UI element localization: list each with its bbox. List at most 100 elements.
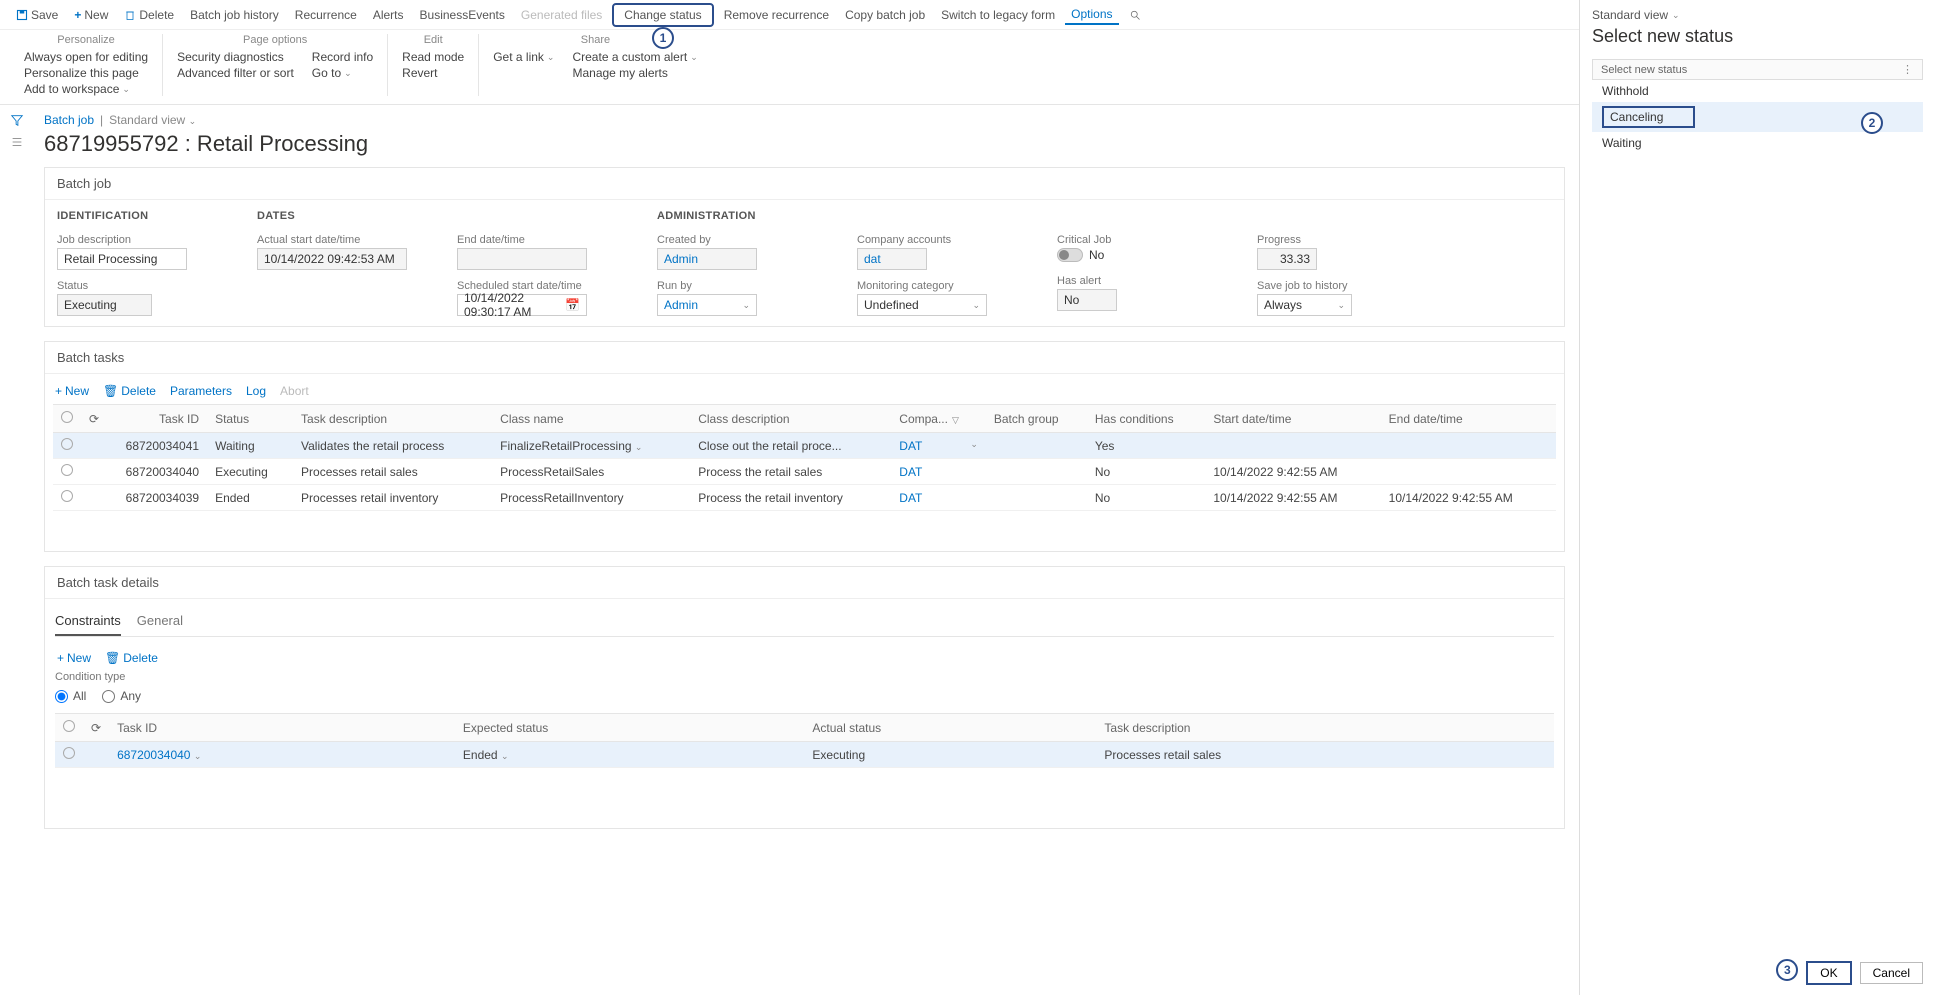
c-task-id[interactable]: 68720034040	[117, 748, 190, 762]
change-status-button[interactable]: Change status	[612, 3, 713, 27]
add-workspace[interactable]: Add to workspace⌄	[24, 82, 148, 96]
copy-batch-button[interactable]: Copy batch job	[839, 6, 931, 24]
has-cond-header[interactable]: Has conditions	[1087, 405, 1206, 433]
class-name-cell: ProcessRetailSales	[492, 459, 690, 485]
c-task-id-header[interactable]: Task ID	[109, 714, 455, 742]
company-header[interactable]: Compa...▽	[891, 405, 986, 433]
run-by-field[interactable]: Admin⌄	[657, 294, 757, 316]
monitoring-field[interactable]: Undefined⌄	[857, 294, 987, 316]
critical-label: Critical Job	[1057, 234, 1207, 246]
cancel-button[interactable]: Cancel	[1860, 962, 1923, 984]
more-icon[interactable]: ⋮	[1902, 63, 1914, 76]
select-all-header[interactable]	[53, 405, 81, 433]
breadcrumb-link[interactable]: Batch job	[44, 113, 94, 127]
radio-any[interactable]: Any	[102, 689, 141, 703]
go-to[interactable]: Go to⌄	[312, 66, 373, 80]
chevron-down-icon: ⌄	[1672, 10, 1680, 21]
save-button[interactable]: Save	[10, 6, 64, 24]
read-mode[interactable]: Read mode	[402, 50, 464, 64]
table-row[interactable]: 68720034039 Ended Processes retail inven…	[53, 485, 1556, 511]
options-button[interactable]: Options	[1065, 5, 1118, 25]
ok-button[interactable]: OK	[1806, 961, 1851, 985]
calendar-icon[interactable]: 📅	[565, 298, 580, 312]
company-cell[interactable]: DAT ⌄	[891, 433, 986, 459]
start-cell	[1205, 433, 1380, 459]
status-list-header: Select new status ⋮	[1592, 59, 1923, 80]
refresh-header[interactable]: ⟳	[83, 714, 109, 742]
sched-date-field[interactable]: 10/14/2022 09:30:17 AM📅	[457, 294, 587, 316]
tasks-log-button[interactable]: Log	[246, 384, 266, 398]
side-view[interactable]: Standard view⌄	[1592, 8, 1923, 22]
security-diagnostics[interactable]: Security diagnostics	[177, 50, 294, 64]
row-selector[interactable]	[61, 490, 73, 502]
recurrence-button[interactable]: Recurrence	[289, 6, 363, 24]
c-expected-header[interactable]: Expected status	[455, 714, 805, 742]
view-selector[interactable]: Standard view ⌄	[109, 113, 196, 127]
advanced-filter[interactable]: Advanced filter or sort	[177, 66, 294, 80]
details-delete-button[interactable]: 🗑Delete	[105, 651, 158, 665]
c-actual-header[interactable]: Actual status	[804, 714, 1096, 742]
c-desc-header[interactable]: Task description	[1096, 714, 1554, 742]
save-hist-field[interactable]: Always⌄	[1257, 294, 1352, 316]
row-selector[interactable]	[61, 464, 73, 476]
tasks-delete-button[interactable]: 🗑Delete	[103, 384, 156, 398]
select-all-header[interactable]	[55, 714, 83, 742]
chevron-down-icon: ⌄	[501, 751, 509, 761]
table-row[interactable]: 68720034041 Waiting Validates the retail…	[53, 433, 1556, 459]
remove-recurrence-button[interactable]: Remove recurrence	[718, 6, 835, 24]
end-header[interactable]: End date/time	[1381, 405, 1556, 433]
refresh-header[interactable]: ⟳	[81, 405, 107, 433]
alert-label: Has alert	[1057, 275, 1207, 287]
batch-job-header[interactable]: Batch job	[45, 168, 1564, 200]
class-name-header[interactable]: Class name	[492, 405, 690, 433]
delete-button[interactable]: Delete	[118, 6, 180, 24]
personalize-page[interactable]: Personalize this page	[24, 66, 148, 80]
company-cell[interactable]: DAT	[891, 459, 986, 485]
status-canceling[interactable]: Canceling 2	[1592, 102, 1923, 132]
annotation-badge-2: 2	[1861, 112, 1883, 134]
chevron-down-icon: ⌄	[970, 439, 978, 450]
status-header[interactable]: Status	[207, 405, 293, 433]
new-button[interactable]: + New	[68, 6, 114, 24]
critical-toggle[interactable]: No	[1057, 248, 1104, 262]
revert[interactable]: Revert	[402, 66, 464, 80]
status-cell: Waiting	[207, 433, 293, 459]
start-header[interactable]: Start date/time	[1205, 405, 1380, 433]
task-details-header[interactable]: Batch task details	[45, 567, 1564, 599]
dates-title: DATES	[257, 210, 407, 222]
record-info[interactable]: Record info	[312, 50, 373, 64]
batch-group-header[interactable]: Batch group	[986, 405, 1087, 433]
filter-icon[interactable]	[10, 113, 24, 127]
details-new-button[interactable]: +New	[57, 651, 91, 665]
table-row[interactable]: 68720034040 Executing Processes retail s…	[53, 459, 1556, 485]
tasks-new-button[interactable]: +New	[55, 384, 89, 398]
job-desc-input[interactable]: Retail Processing	[57, 248, 187, 270]
list-icon[interactable]	[10, 135, 24, 149]
status-waiting[interactable]: Waiting	[1592, 132, 1923, 154]
class-desc-header[interactable]: Class description	[690, 405, 891, 433]
status-withhold[interactable]: Withhold	[1592, 80, 1923, 102]
has-cond-cell: Yes	[1087, 433, 1206, 459]
class-name-cell: ProcessRetailInventory	[492, 485, 690, 511]
get-link[interactable]: Get a link⌄	[493, 50, 554, 64]
tab-general[interactable]: General	[137, 607, 183, 636]
alerts-button[interactable]: Alerts	[367, 6, 410, 24]
business-events-button[interactable]: BusinessEvents	[414, 6, 511, 24]
table-row[interactable]: 68720034040 ⌄ Ended ⌄ Executing Processe…	[55, 742, 1554, 768]
batch-history-button[interactable]: Batch job history	[184, 6, 285, 24]
switch-legacy-button[interactable]: Switch to legacy form	[935, 6, 1061, 24]
task-id-header[interactable]: Task ID	[107, 405, 207, 433]
always-open-edit[interactable]: Always open for editing	[24, 50, 148, 64]
row-selector[interactable]	[61, 438, 73, 450]
batch-tasks-header[interactable]: Batch tasks	[45, 342, 1564, 374]
row-selector[interactable]	[63, 747, 75, 759]
tasks-parameters-button[interactable]: Parameters	[170, 384, 232, 398]
tab-constraints[interactable]: Constraints	[55, 607, 121, 636]
radio-all[interactable]: All	[55, 689, 86, 703]
manage-alerts[interactable]: Manage my alerts	[572, 66, 697, 80]
search-button[interactable]	[1123, 7, 1147, 23]
company-cell[interactable]: DAT	[891, 485, 986, 511]
constraints-grid: ⟳ Task ID Expected status Actual status …	[55, 713, 1554, 768]
task-desc-header[interactable]: Task description	[293, 405, 492, 433]
create-custom-alert[interactable]: Create a custom alert⌄	[572, 50, 697, 64]
